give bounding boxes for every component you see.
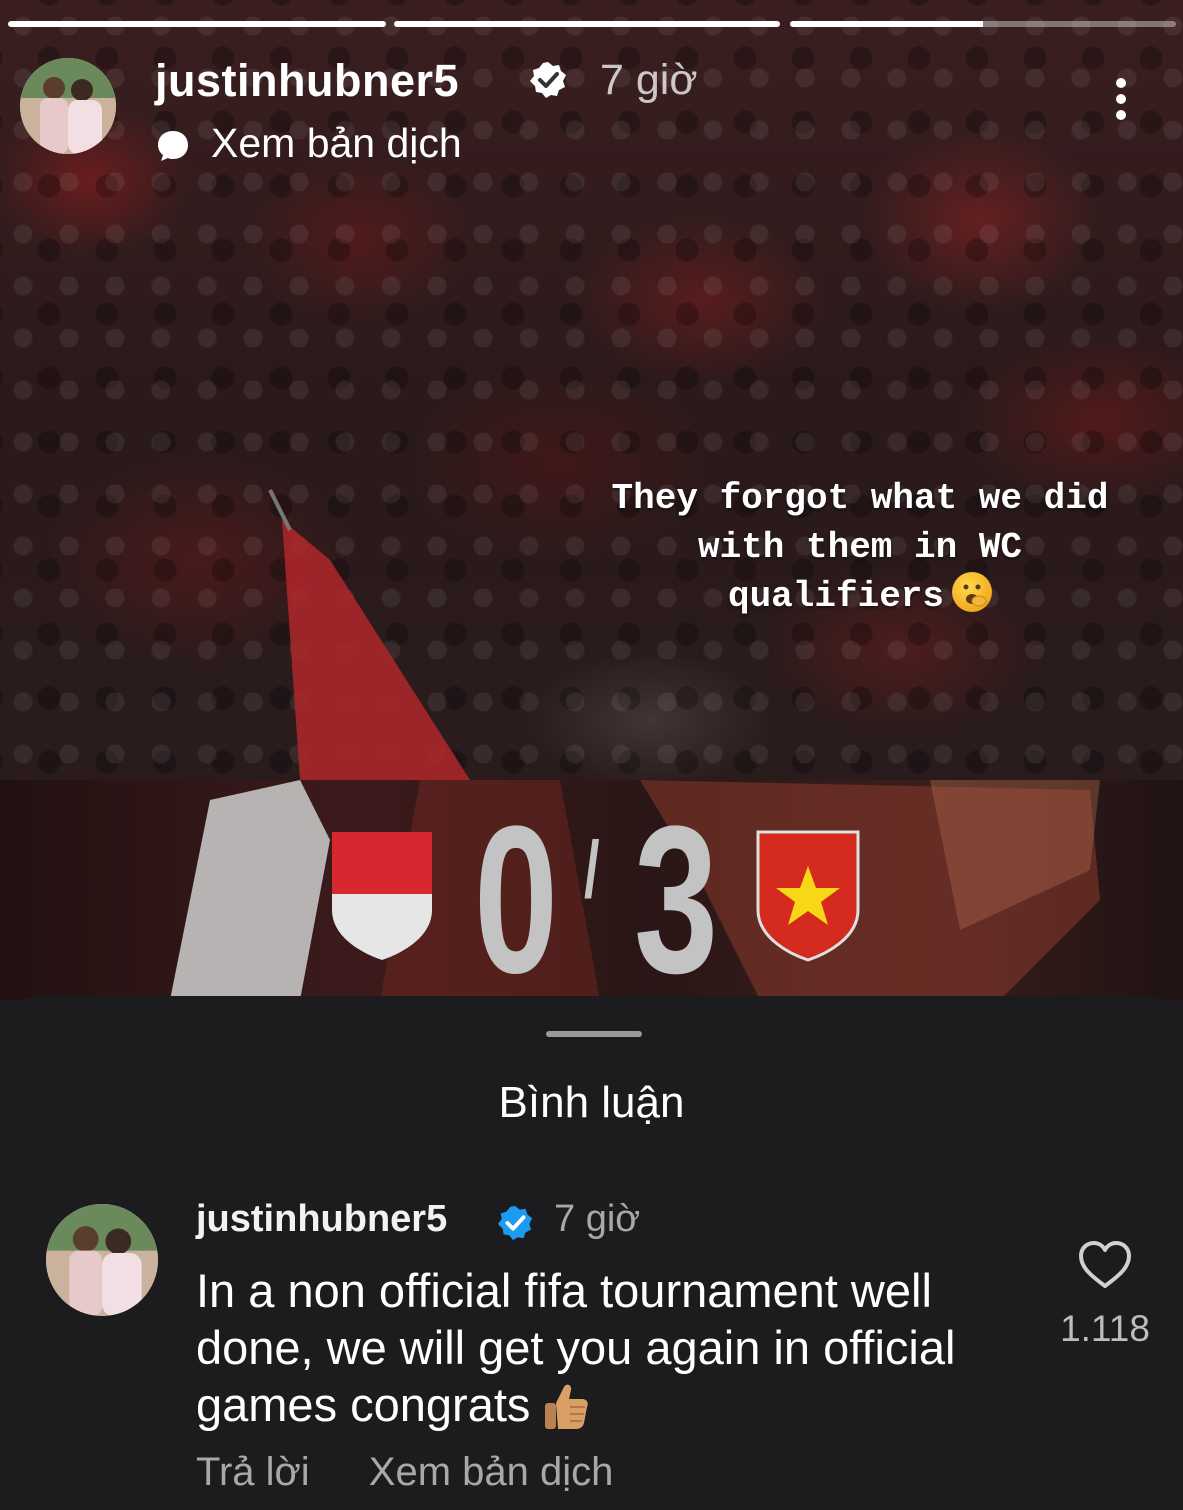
comment-body: In a non official fifa tournament well d…	[196, 1262, 1056, 1433]
verified-badge-icon	[530, 62, 566, 98]
more-vertical-icon	[1116, 78, 1126, 88]
speech-bubble-icon	[158, 131, 188, 161]
like-count: 1.118	[1060, 1308, 1150, 1349]
comment-avatar[interactable]	[46, 1204, 158, 1316]
story-username[interactable]: justinhubner5	[155, 55, 459, 107]
story-progress-segment	[8, 21, 386, 27]
comments-sheet: Bình luận justinhubner5 7 giờ In a non o…	[0, 996, 1183, 1510]
verified-badge-icon	[497, 1205, 533, 1241]
comment-timestamp: 7 giờ	[554, 1198, 641, 1240]
avatar[interactable]	[20, 58, 116, 154]
story-timestamp: 7 giờ	[600, 56, 698, 104]
avatar-photo	[20, 58, 116, 154]
story-progress-segment	[394, 21, 780, 27]
comment-username[interactable]: justinhubner5	[196, 1198, 447, 1241]
more-options-button[interactable]	[1104, 78, 1138, 130]
story-header: justinhubner5 7 giờ Xem bản dịch	[0, 50, 1183, 170]
story-progress-bars	[0, 21, 1183, 29]
away-score: 3	[634, 782, 719, 1001]
sheet-title: Bình luận	[498, 1078, 685, 1127]
see-translation-label: Xem bản dịch	[211, 120, 462, 166]
vietnam-badge-icon	[756, 830, 860, 962]
comment-actions: Trả lời Xem bản dịch	[196, 1450, 661, 1495]
reply-button[interactable]: Trả lời	[196, 1450, 310, 1494]
score-separator: /	[584, 825, 600, 914]
more-vertical-dot	[1116, 94, 1126, 104]
heart-icon[interactable]	[1078, 1240, 1132, 1290]
avatar-photo	[46, 1204, 158, 1316]
thumbs-up-icon	[545, 1384, 589, 1429]
story-caption: They forgot what we did with them in WC …	[600, 474, 1120, 621]
home-score: 0	[474, 782, 559, 1001]
drag-handle[interactable]	[546, 1031, 642, 1037]
story-progress-segment	[790, 21, 1176, 27]
comment-see-translation-button[interactable]: Xem bản dịch	[369, 1450, 614, 1494]
more-vertical-dot	[1116, 110, 1126, 120]
indonesia-badge-icon	[332, 832, 432, 960]
yawning-face-icon	[952, 572, 993, 612]
caption-text: They forgot what we did with them in WC …	[611, 478, 1109, 617]
story-view[interactable]: justinhubner5 7 giờ Xem bản dịch They fo…	[0, 0, 1183, 1000]
